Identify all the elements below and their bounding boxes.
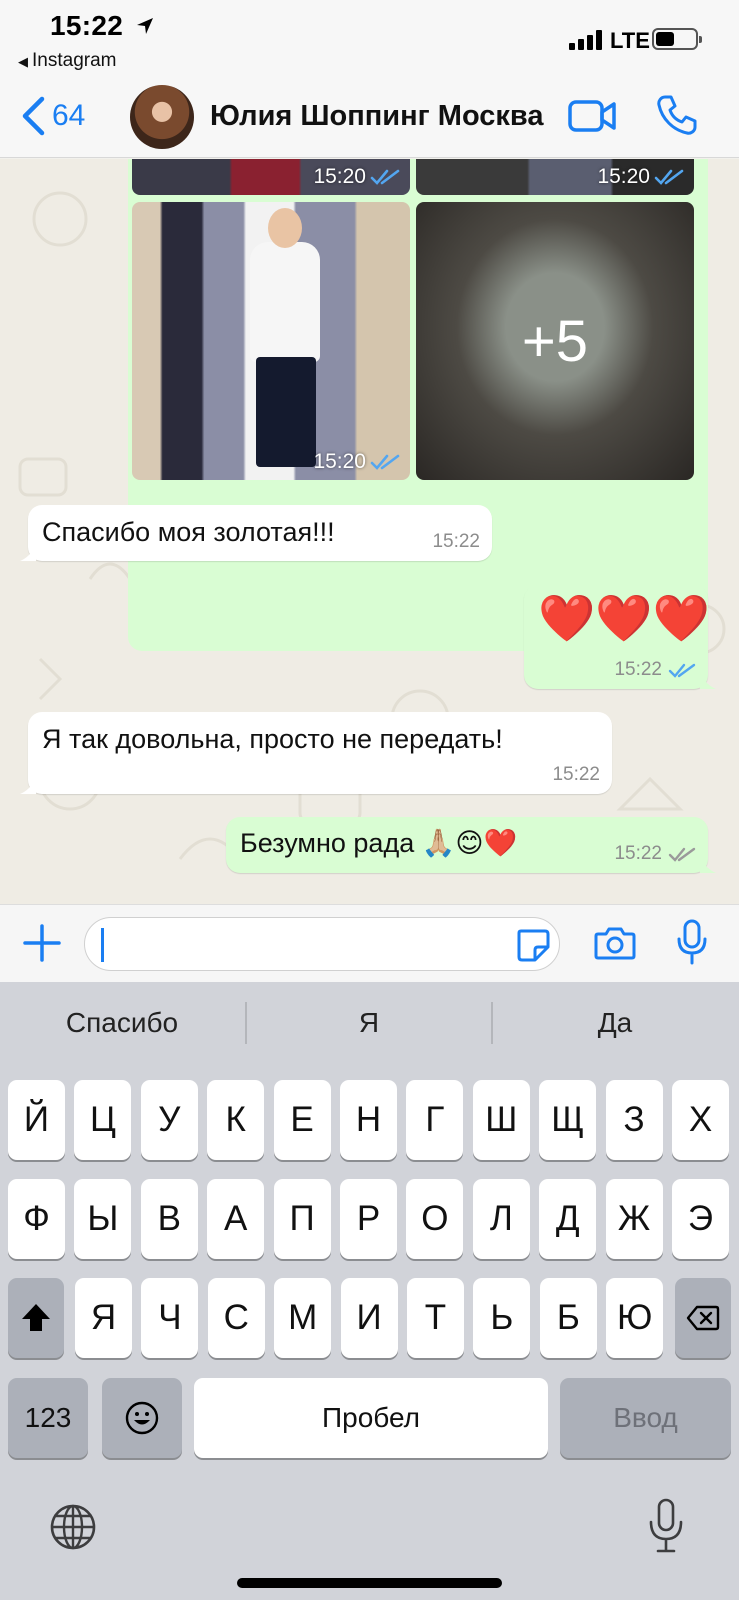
- message-text: Я так довольна, просто не передать!: [42, 724, 503, 754]
- space-key[interactable]: Пробел: [194, 1378, 548, 1458]
- incoming-message[interactable]: Спасибо моя золотая!!! 15:22: [20, 505, 492, 561]
- unread-count: 64: [52, 99, 86, 132]
- photo-thumbnail[interactable]: 15:20: [132, 202, 410, 480]
- key-letter[interactable]: Щ: [539, 1080, 597, 1160]
- status-time: 15:22: [50, 10, 124, 41]
- microphone-icon[interactable]: [676, 919, 708, 965]
- message-text: Спасибо моя золотая!!!: [42, 517, 335, 547]
- key-letter[interactable]: Э: [672, 1179, 729, 1259]
- back-button[interactable]: 64: [20, 94, 85, 138]
- key-letter[interactable]: А: [207, 1179, 265, 1259]
- key-letter[interactable]: У: [140, 1080, 198, 1160]
- key-letter[interactable]: Ю: [606, 1278, 664, 1358]
- suggestion[interactable]: Спасибо: [0, 982, 244, 1064]
- return-key[interactable]: Ввод: [560, 1378, 731, 1458]
- compose-bar: [0, 904, 739, 982]
- shift-key[interactable]: [8, 1278, 64, 1358]
- location-arrow-icon: [137, 18, 153, 34]
- read-ticks-icon: [668, 663, 696, 678]
- globe-icon[interactable]: [48, 1502, 98, 1552]
- numbers-key[interactable]: 123: [8, 1378, 88, 1458]
- read-ticks-icon: [654, 169, 684, 185]
- contact-name[interactable]: Юлия Шоппинг Москва: [210, 100, 544, 133]
- video-call-icon[interactable]: [568, 98, 616, 134]
- key-letter[interactable]: Ч: [141, 1278, 199, 1358]
- shift-icon: [22, 1304, 50, 1331]
- key-letter[interactable]: Ы: [74, 1179, 132, 1259]
- network-type: LTE: [610, 28, 650, 53]
- key-letter[interactable]: Н: [340, 1080, 397, 1160]
- message-text: ❤️❤️❤️: [538, 592, 710, 644]
- dictation-microphone-icon[interactable]: [648, 1498, 684, 1554]
- outgoing-media-bubble[interactable]: 15:20 15:20 15:20 +5: [128, 159, 708, 651]
- key-letter[interactable]: Ш: [472, 1080, 530, 1160]
- chat-area[interactable]: 15:20 15:20 15:20 +5 Спасибо моя золотая…: [0, 159, 739, 904]
- delivered-ticks-icon: [668, 847, 696, 862]
- message-time: 15:22: [552, 764, 600, 785]
- text-caret: [101, 928, 104, 962]
- status-bar: 15:22 ◀ Instagram LTE: [0, 0, 739, 78]
- home-indicator: [237, 1578, 502, 1588]
- incoming-message[interactable]: Я так довольна, просто не передать! 15:2…: [20, 712, 612, 794]
- message-text: Безумно рада 🙏🏼😊❤️: [240, 828, 518, 858]
- key-letter[interactable]: Я: [75, 1278, 132, 1358]
- back-triangle-icon: ◀: [18, 54, 28, 69]
- phone-call-icon[interactable]: [656, 94, 698, 136]
- suggestion[interactable]: Я: [247, 982, 491, 1064]
- message-time: 15:22: [614, 843, 662, 864]
- delete-key[interactable]: [675, 1278, 731, 1358]
- key-letter[interactable]: Ь: [473, 1278, 531, 1358]
- photo-thumbnail[interactable]: 15:20: [132, 159, 410, 195]
- key-letter[interactable]: П: [273, 1179, 331, 1259]
- key-letter[interactable]: М: [274, 1278, 332, 1358]
- predictive-bar: Спасибо Я Да: [0, 982, 739, 1064]
- chevron-left-icon: [22, 96, 45, 136]
- key-letter[interactable]: Л: [472, 1179, 530, 1259]
- message-time: 15:22: [432, 531, 480, 552]
- key-letter[interactable]: Е: [273, 1080, 331, 1160]
- photo-thumbnail[interactable]: 15:20: [416, 159, 694, 195]
- suggestion[interactable]: Да: [493, 982, 737, 1064]
- key-letter[interactable]: З: [605, 1080, 663, 1160]
- message-input[interactable]: [84, 917, 560, 971]
- key-letter[interactable]: С: [207, 1278, 265, 1358]
- contact-avatar[interactable]: [130, 85, 194, 149]
- key-letter[interactable]: Ц: [74, 1080, 132, 1160]
- cell-signal-icon: [569, 30, 605, 50]
- sticker-icon[interactable]: [515, 927, 551, 963]
- battery-icon: [652, 28, 702, 50]
- key-letter[interactable]: Р: [340, 1179, 397, 1259]
- key-letter[interactable]: Д: [539, 1179, 597, 1259]
- camera-icon[interactable]: [594, 925, 636, 961]
- message-time: 15:22: [614, 659, 662, 680]
- key-letter[interactable]: Б: [539, 1278, 597, 1358]
- read-ticks-icon: [370, 169, 400, 185]
- keyboard: Спасибо Я Да ЙЦУКЕНГШЩЗХ ФЫВАПРОЛДЖЭ ЯЧС…: [0, 982, 739, 1600]
- more-photos-tile[interactable]: +5: [416, 202, 694, 480]
- back-app-label: Instagram: [32, 50, 117, 71]
- key-letter[interactable]: Ж: [605, 1179, 663, 1259]
- key-letter[interactable]: Ф: [8, 1179, 65, 1259]
- more-photos-count: +5: [521, 308, 589, 374]
- key-letter[interactable]: К: [207, 1080, 265, 1160]
- emoji-icon: [125, 1401, 159, 1435]
- key-letter[interactable]: В: [140, 1179, 198, 1259]
- key-letter[interactable]: Т: [407, 1278, 464, 1358]
- key-letter[interactable]: О: [406, 1179, 464, 1259]
- key-letter[interactable]: Х: [672, 1080, 729, 1160]
- key-letter[interactable]: И: [340, 1278, 398, 1358]
- chat-header: 64 Юлия Шоппинг Москва: [0, 78, 739, 158]
- key-letter[interactable]: Й: [8, 1080, 65, 1160]
- emoji-key[interactable]: [102, 1378, 182, 1458]
- plus-icon[interactable]: [22, 923, 62, 963]
- backspace-icon: [686, 1305, 720, 1331]
- outgoing-message[interactable]: Безумно рада 🙏🏼😊❤️ 15:22: [226, 817, 716, 873]
- key-letter[interactable]: Г: [406, 1080, 464, 1160]
- back-to-app-link[interactable]: ◀ Instagram: [18, 50, 116, 72]
- read-ticks-icon: [370, 454, 400, 470]
- outgoing-message[interactable]: ❤️❤️❤️ 15:22: [524, 585, 716, 689]
